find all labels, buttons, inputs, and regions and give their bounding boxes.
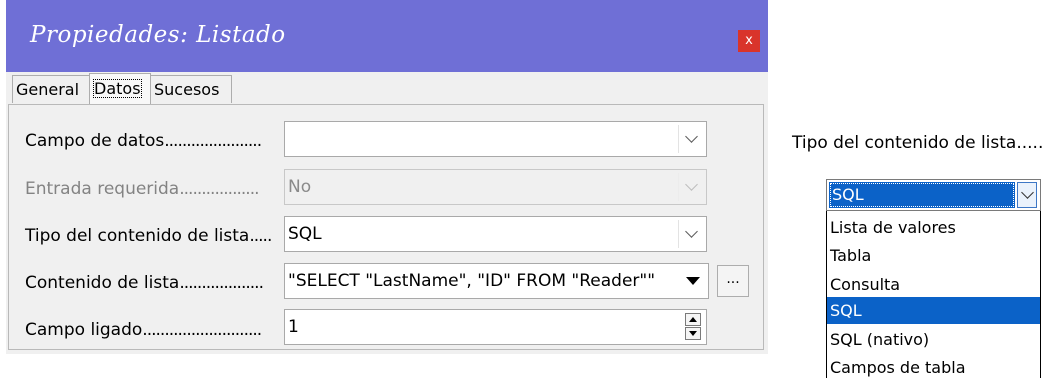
tab-general-label: General bbox=[16, 80, 80, 99]
tipo-contenido-combo[interactable]: SQL bbox=[284, 216, 707, 252]
campo-ligado-spinfield[interactable]: 1 bbox=[284, 309, 707, 345]
dialog-title: Propiedades: Listado bbox=[30, 22, 286, 48]
datos-panel: Campo de datos...................... Ent… bbox=[8, 104, 764, 350]
tab-datos-label: Datos bbox=[93, 79, 142, 98]
campo-ligado-label: Campo ligado........................... bbox=[25, 320, 262, 340]
side-tipo-contenido-combo[interactable]: SQL bbox=[826, 179, 1041, 211]
campo-datos-combo[interactable] bbox=[284, 121, 707, 157]
dropdown-arrow-icon[interactable] bbox=[680, 267, 706, 295]
chevron-down-icon[interactable] bbox=[1017, 182, 1037, 208]
contenido-lista-combo[interactable]: "SELECT "LastName", "ID" FROM "Reader"" bbox=[284, 263, 709, 299]
title-bar[interactable]: Propiedades: Listado x bbox=[6, 0, 768, 72]
tab-sucesos-label: Sucesos bbox=[154, 80, 220, 99]
close-button[interactable]: x bbox=[738, 30, 760, 52]
entrada-requerida-combo[interactable]: No bbox=[284, 169, 707, 205]
chevron-down-icon[interactable] bbox=[678, 220, 704, 248]
campo-ligado-value: 1 bbox=[288, 317, 299, 337]
option-sql[interactable]: SQL bbox=[827, 297, 1040, 324]
browse-button[interactable]: ... bbox=[717, 265, 749, 297]
side-combo-value: SQL bbox=[829, 182, 1015, 208]
tab-general[interactable]: General bbox=[12, 75, 90, 103]
spin-up-icon[interactable] bbox=[685, 313, 701, 326]
contenido-lista-value: "SELECT "LastName", "ID" FROM "Reader"" bbox=[288, 271, 656, 291]
tipo-contenido-value: SQL bbox=[288, 224, 322, 244]
entrada-requerida-label: Entrada requerida.................. bbox=[25, 179, 260, 199]
properties-dialog: Propiedades: Listado x General Datos Suc… bbox=[6, 0, 768, 354]
contenido-lista-label: Contenido de lista................... bbox=[25, 273, 264, 293]
chevron-down-icon[interactable] bbox=[678, 125, 704, 153]
side-options-list: Lista de valores Tabla Consulta SQL SQL … bbox=[826, 211, 1041, 378]
spin-down-icon[interactable] bbox=[685, 327, 701, 340]
option-sql-nativo[interactable]: SQL (nativo) bbox=[827, 326, 1040, 353]
tab-datos[interactable]: Datos bbox=[89, 73, 151, 104]
option-campos-de-tabla[interactable]: Campos de tabla bbox=[827, 354, 1040, 381]
chevron-down-icon bbox=[678, 173, 704, 201]
option-consulta[interactable]: Consulta bbox=[827, 271, 1040, 298]
entrada-requerida-value: No bbox=[288, 177, 312, 197]
tab-sucesos[interactable]: Sucesos bbox=[150, 75, 232, 103]
option-lista-de-valores[interactable]: Lista de valores bbox=[827, 214, 1040, 241]
spin-buttons[interactable] bbox=[685, 313, 701, 341]
side-tipo-contenido-label: Tipo del contenido de lista..... bbox=[792, 133, 1044, 153]
tipo-contenido-label: Tipo del contenido de lista..... bbox=[25, 226, 272, 246]
option-tabla[interactable]: Tabla bbox=[827, 242, 1040, 269]
campo-datos-label: Campo de datos...................... bbox=[25, 131, 262, 151]
